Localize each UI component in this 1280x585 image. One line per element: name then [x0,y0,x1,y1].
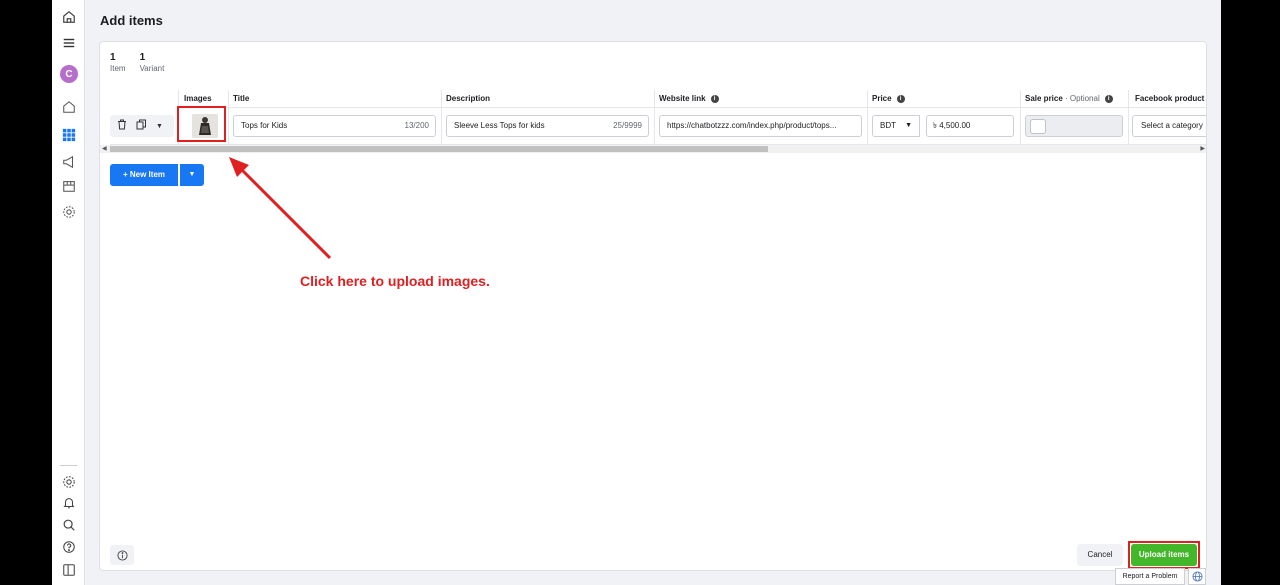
annotation-text: Click here to upload images. [300,273,490,289]
annotation-arrow [229,157,332,260]
